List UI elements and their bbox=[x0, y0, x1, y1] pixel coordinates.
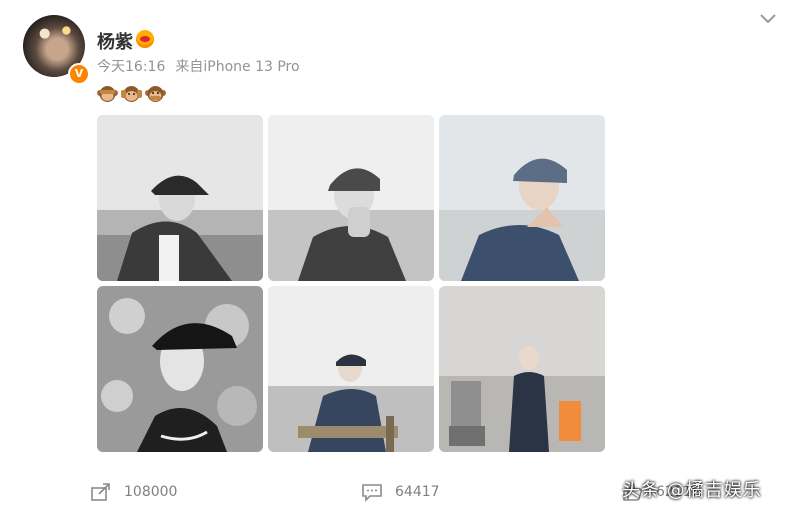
watermark: 头条 @橘吉娱乐 bbox=[622, 480, 762, 501]
share-count: 108000 bbox=[124, 484, 178, 500]
post-time[interactable]: 今天16:16 bbox=[97, 59, 165, 75]
photo-1[interactable] bbox=[97, 115, 263, 281]
photo-5[interactable] bbox=[268, 286, 434, 452]
photo-4[interactable] bbox=[97, 286, 263, 452]
speak-no-evil-monkey-icon bbox=[145, 84, 166, 104]
vip-emoji-icon bbox=[136, 30, 154, 48]
comment-icon bbox=[362, 484, 382, 502]
post-meta: 今天16:16 来自iPhone 13 Pro bbox=[97, 56, 300, 76]
share-button[interactable]: 108000 bbox=[90, 482, 177, 502]
author-name[interactable]: 杨紫 bbox=[97, 28, 133, 54]
photo-3[interactable] bbox=[439, 115, 605, 281]
share-icon bbox=[91, 483, 110, 501]
comment-count: 64417 bbox=[395, 484, 440, 500]
verified-badge: V bbox=[68, 63, 90, 85]
photo-6[interactable] bbox=[439, 286, 605, 452]
hear-no-evil-monkey-icon bbox=[121, 84, 142, 104]
chevron-down-icon[interactable] bbox=[758, 8, 778, 28]
photo-2[interactable] bbox=[268, 115, 434, 281]
post-source: 来自iPhone 13 Pro bbox=[175, 59, 300, 75]
comment-button[interactable]: 64417 bbox=[361, 482, 440, 502]
see-no-evil-monkey-icon bbox=[97, 84, 118, 104]
post-text bbox=[97, 84, 166, 104]
